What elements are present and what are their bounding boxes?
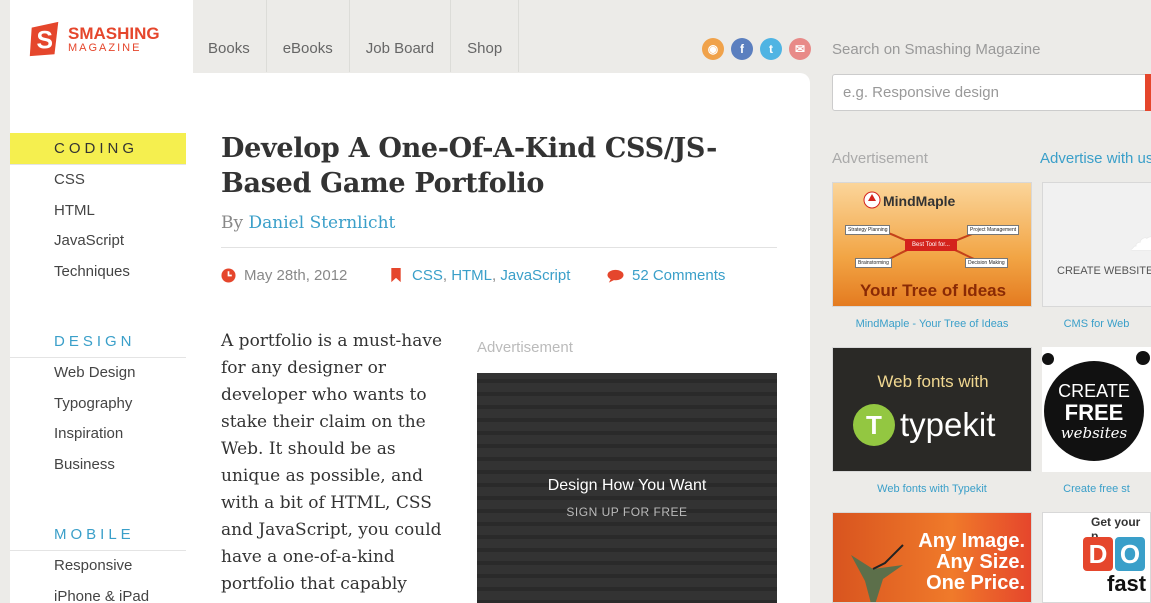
- ad-typekit[interactable]: Web fonts with T typekit: [832, 347, 1032, 472]
- facebook-icon[interactable]: f: [731, 38, 753, 60]
- nav-section-design: DESIGN Web Design Typography Inspiration…: [10, 326, 186, 480]
- inline-ad-cta[interactable]: SIGN UP FOR FREE: [477, 505, 777, 519]
- create-free-line1: CREATE: [1058, 381, 1130, 401]
- ad-any-image[interactable]: Any Image. Any Size. One Price.: [832, 512, 1032, 603]
- mm-box-4: Decision Making: [965, 258, 1008, 268]
- domain-ad-fast: fast: [1107, 571, 1147, 596]
- byline: By Daniel Sternlicht: [221, 213, 395, 233]
- email-icon[interactable]: ✉: [789, 38, 811, 60]
- cms-ad-text: CREATE WEBSITES: [1057, 265, 1151, 277]
- bookmark-icon: [391, 268, 401, 283]
- mm-box-2: Project Management: [967, 225, 1020, 235]
- typekit-line1: Web fonts with: [877, 372, 989, 391]
- article-title[interactable]: Develop A One-Of-A-Kind CSS/JS-Based Gam…: [221, 131, 741, 201]
- left-sidebar: [10, 0, 193, 603]
- nav-item-business[interactable]: Business: [10, 450, 186, 481]
- search-button[interactable]: [1145, 74, 1151, 111]
- smashing-logo[interactable]: S SMASHING MAGAZINE: [26, 20, 160, 58]
- nav-head-design[interactable]: DESIGN: [10, 326, 186, 358]
- nav-item-javascript[interactable]: JavaScript: [10, 226, 186, 257]
- twitter-icon[interactable]: t: [760, 38, 782, 60]
- nav-job-board[interactable]: Job Board: [350, 0, 452, 72]
- date-meta: May 28th, 2012: [221, 267, 347, 284]
- search-label: Search on Smashing Magazine: [832, 41, 1041, 58]
- mm-box-1: Strategy Planning: [845, 225, 891, 235]
- create-free-badge: CREATE FREE websites: [1044, 361, 1144, 461]
- clock-icon: [221, 268, 236, 283]
- nav-item-techniques[interactable]: Techniques: [10, 257, 186, 288]
- byline-by: By: [221, 213, 244, 233]
- nav-item-html[interactable]: HTML: [10, 196, 186, 227]
- nav-section-mobile: MOBILE Responsive iPhone & iPad: [10, 519, 186, 603]
- comments-meta: 52 Comments: [607, 267, 725, 284]
- dot-decoration: [1136, 351, 1150, 365]
- any-image-line3: One Price.: [926, 572, 1025, 594]
- article-body: A portfolio is a must-have for any desig…: [221, 331, 443, 594]
- typekit-wordmark: typekit: [900, 406, 996, 443]
- mindmaple-tagline: Your Tree of Ideas: [859, 281, 1007, 300]
- ad-caption-mindmaple[interactable]: MindMaple - Your Tree of Ideas: [832, 318, 1032, 330]
- article-card: Develop A One-Of-A-Kind CSS/JS-Based Gam…: [193, 73, 810, 603]
- smashing-s-icon: S: [29, 21, 59, 57]
- comment-bubble-icon: [607, 269, 624, 283]
- inline-ad-headline: Design How You Want: [547, 477, 707, 494]
- ad-caption-cms[interactable]: CMS for Web: [1042, 318, 1151, 330]
- nav-shop[interactable]: Shop: [451, 0, 520, 72]
- hummingbird-icon: [851, 544, 904, 602]
- divider: [221, 247, 777, 248]
- typekit-logo-icon: T: [853, 404, 895, 446]
- nav-section-coding: CODING CSS HTML JavaScript Techniques: [10, 133, 186, 287]
- svg-text:S: S: [36, 28, 52, 55]
- social-links: ◉ f t ✉: [702, 38, 811, 60]
- ad-domain[interactable]: Get your p DO fast: [1042, 512, 1151, 603]
- search-input[interactable]: e.g. Responsive design: [832, 74, 1148, 111]
- inline-ad-label: Advertisement: [477, 339, 573, 356]
- nav-item-typography[interactable]: Typography: [10, 389, 186, 420]
- mm-center-box: Best Tool for...: [905, 239, 957, 251]
- comments-link[interactable]: 52 Comments: [632, 267, 725, 284]
- tags-meta: CSS, HTML, JavaScript: [390, 267, 570, 284]
- tag-html[interactable]: HTML: [451, 267, 492, 284]
- nav-item-inspiration[interactable]: Inspiration: [10, 419, 186, 450]
- sidebar-ad-label: Advertisement: [832, 150, 928, 167]
- create-free-line3: websites: [1060, 424, 1128, 442]
- tag-javascript[interactable]: JavaScript: [500, 267, 570, 284]
- nav-item-iphone-ipad[interactable]: iPhone & iPad: [10, 582, 186, 603]
- nav-item-web-design[interactable]: Web Design: [10, 358, 186, 389]
- rss-icon[interactable]: ◉: [702, 38, 724, 60]
- any-image-line1: Any Image.: [918, 530, 1025, 552]
- any-image-line2: Any Size.: [936, 551, 1025, 573]
- nav-item-responsive[interactable]: Responsive: [10, 551, 186, 582]
- dot-decoration: [1042, 353, 1054, 365]
- ad-caption-typekit[interactable]: Web fonts with Typekit: [832, 483, 1032, 495]
- cloud-icon: ☁: [1129, 217, 1151, 259]
- logo-line2: MAGAZINE: [68, 41, 142, 54]
- nav-item-css[interactable]: CSS: [10, 165, 186, 196]
- logo-line1: SMASHING: [68, 23, 160, 43]
- tag-css[interactable]: CSS: [412, 267, 443, 284]
- ad-create-free[interactable]: CREATE FREE websites: [1042, 347, 1151, 472]
- nav-ebooks[interactable]: eBooks: [267, 0, 350, 72]
- top-nav: Books eBooks Job Board Shop: [193, 0, 520, 72]
- nav-books[interactable]: Books: [193, 0, 267, 72]
- ad-cms[interactable]: ☁ CREATE WEBSITES: [1042, 182, 1151, 307]
- inline-ad-banner[interactable]: Design How You Want SIGN UP FOR FREE: [477, 373, 777, 603]
- create-free-line2: FREE: [1064, 400, 1124, 425]
- ad-mindmaple[interactable]: MindMaple Strategy Planning Project Mana…: [832, 182, 1032, 307]
- nav-head-coding[interactable]: CODING: [10, 133, 186, 165]
- nav-head-mobile[interactable]: MOBILE: [10, 519, 186, 551]
- mm-box-3: Brainstorming: [855, 258, 892, 268]
- article-date: May 28th, 2012: [244, 267, 348, 284]
- author-link[interactable]: Daniel Sternlicht: [249, 213, 396, 233]
- advertise-link[interactable]: Advertise with us: [1040, 150, 1151, 167]
- ad-caption-create-free[interactable]: Create free st: [1042, 483, 1151, 495]
- domain-ad-letters: DO: [1083, 537, 1145, 571]
